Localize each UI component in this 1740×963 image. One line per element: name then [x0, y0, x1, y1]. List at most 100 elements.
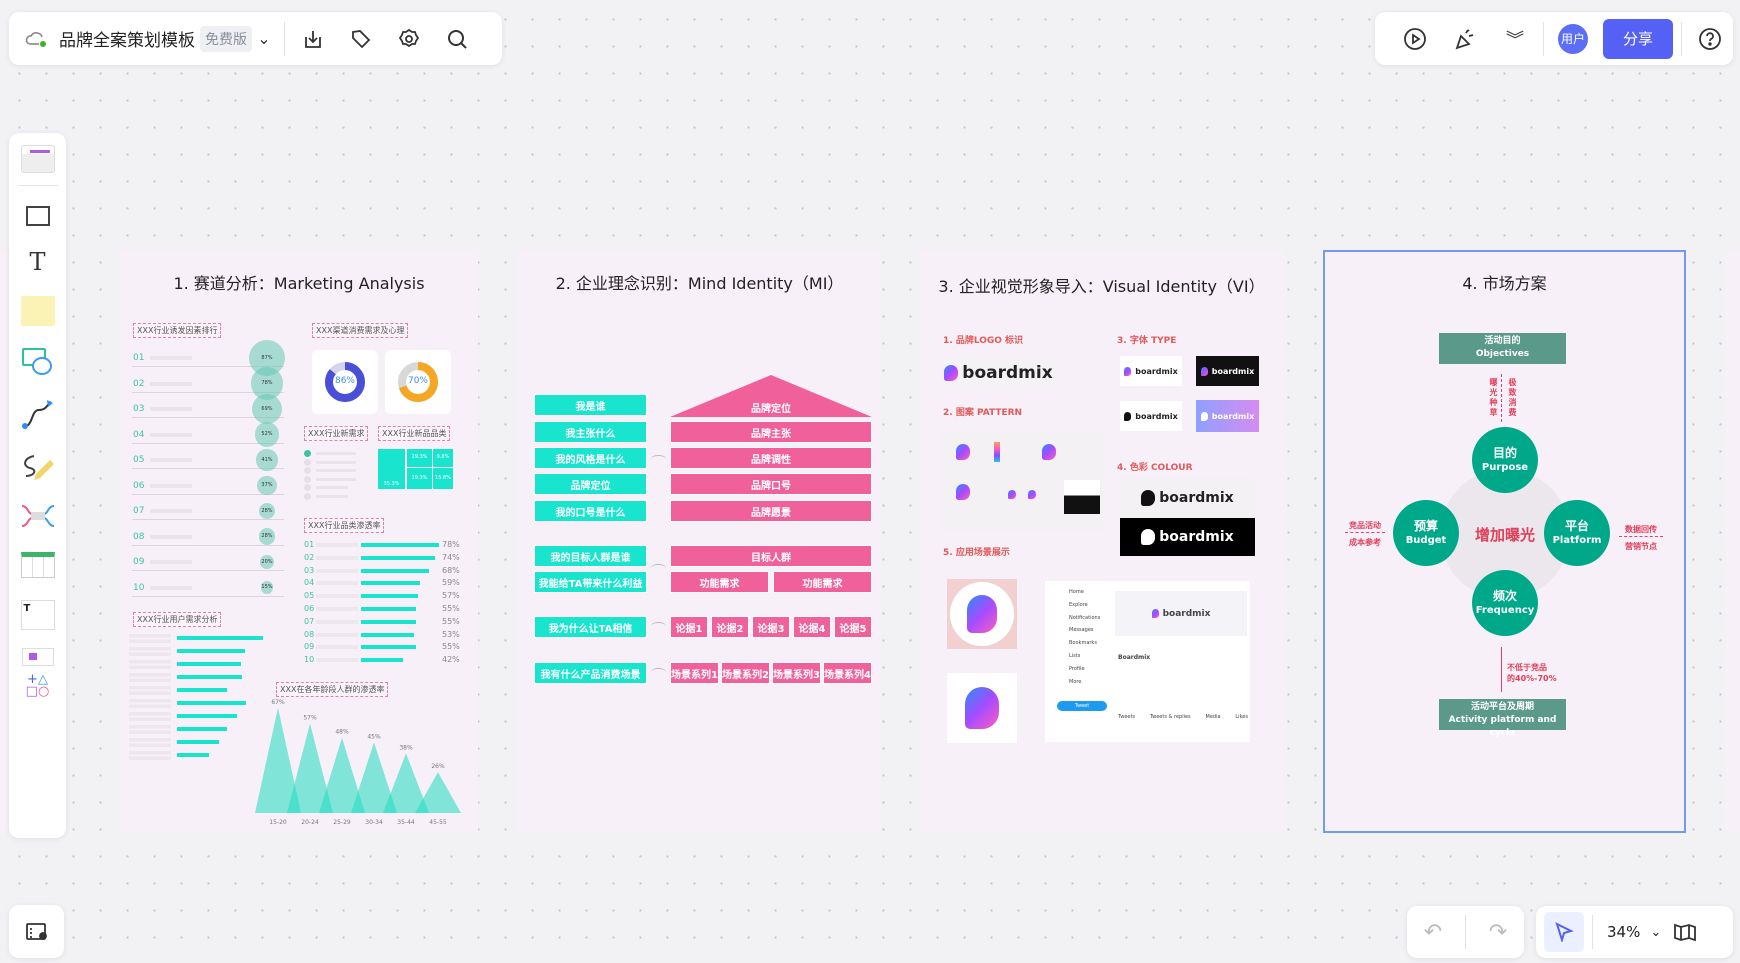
- undo-icon[interactable]: ↶: [1413, 912, 1453, 952]
- settings-gear-icon[interactable]: [389, 19, 429, 59]
- penetration-placeholder: [316, 555, 358, 560]
- expand-more-icon[interactable]: ︾: [1495, 19, 1535, 59]
- plan-badge[interactable]: 免费版: [200, 25, 252, 52]
- treemap-cell: 19.3%: [407, 468, 432, 489]
- penetration-row-number: 01: [304, 540, 315, 549]
- connector-tool-icon[interactable]: [21, 400, 55, 434]
- pattern-logo-icon: [1028, 490, 1036, 499]
- age-peak: [415, 772, 461, 813]
- table-tool-icon[interactable]: [20, 552, 55, 578]
- age-tick-label: 20-24: [301, 819, 319, 826]
- section-pattern: 2. 图案 PATTERN: [943, 408, 1023, 418]
- treemap-cell: 19.3%: [407, 449, 432, 467]
- user-avatar[interactable]: 用户: [1558, 23, 1588, 54]
- social-nav-item: Messages: [1069, 627, 1094, 634]
- chevron-down-icon[interactable]: ⌄: [252, 19, 276, 59]
- color-swatches: [994, 442, 1000, 462]
- right-note-2: 营销节点: [1625, 542, 1657, 551]
- search-icon[interactable]: [437, 19, 477, 59]
- card-tool-icon[interactable]: [21, 648, 54, 666]
- penetration-row-number: 03: [304, 565, 315, 575]
- objectives-box: 活动目的 Objectives: [1439, 333, 1566, 364]
- avatar-round-sample: [947, 579, 1017, 649]
- answer-box: 论据4: [793, 616, 831, 638]
- pattern-logo-icon: [1042, 444, 1056, 460]
- more-tools-icon[interactable]: +△ □○: [26, 673, 50, 698]
- pen-tool-icon[interactable]: [20, 452, 56, 484]
- age-value-label: 26%: [431, 763, 445, 770]
- pattern-logo-icon: [956, 484, 970, 500]
- bullet-dot: [304, 492, 311, 500]
- social-tab: Likes: [1235, 714, 1248, 720]
- bullet-placeholder: [316, 469, 356, 472]
- ranking-row-placeholder: [150, 458, 192, 462]
- minimap-icon[interactable]: [1665, 912, 1705, 952]
- download-icon[interactable]: [293, 19, 333, 59]
- sticky-note-icon[interactable]: [20, 296, 55, 326]
- ranking-value-bubble: 41%: [256, 449, 278, 471]
- text-tool-icon[interactable]: T: [29, 248, 45, 276]
- frame-market-plan[interactable]: 4. 市场方案 活动目的 Objectives 曝光种草 极致消费 增加曝光 目的…: [1323, 250, 1686, 833]
- frame-marketing-analysis[interactable]: 1. 赛道分析：Marketing Analysis XXX行业诱发因素排行 X…: [120, 250, 478, 833]
- user-demand-placeholder: [129, 738, 171, 747]
- user-demand-bar: [177, 714, 238, 718]
- zoom-chevron-icon[interactable]: ⌄: [1650, 925, 1661, 940]
- user-demand-bar: [177, 753, 209, 757]
- bottom-note-2: 的40%-70%: [1507, 674, 1557, 683]
- share-button[interactable]: 分享: [1603, 18, 1673, 59]
- play-presentation-icon[interactable]: [1395, 19, 1435, 59]
- offscreen-frame-right: [1726, 250, 1740, 833]
- penetration-row-number: 07: [304, 616, 315, 626]
- frame-mind-identity[interactable]: 2. 企业理念识别：Mind Identity（MI） 我是谁 品牌定位 我主张什么…: [518, 250, 881, 833]
- social-tab: Media: [1205, 714, 1221, 720]
- type-card-black: boardmix: [1196, 356, 1259, 386]
- logo-wordmark: boardmix: [962, 363, 1053, 383]
- answer-box: 场景系列2: [721, 662, 770, 684]
- document-tool-icon[interactable]: T: [20, 600, 55, 630]
- penetration-placeholder: [316, 543, 358, 547]
- vertical-note-left: 曝光种草: [1489, 378, 1498, 418]
- treemap-cell: 35.3%: [378, 449, 405, 489]
- penetration-placeholder: [316, 568, 358, 573]
- penetration-placeholder: [316, 607, 358, 611]
- user-demand-bar: [177, 688, 227, 692]
- shape-tool-icon[interactable]: [21, 348, 54, 378]
- penetration-bar: [361, 594, 418, 599]
- template-tool-icon[interactable]: [20, 145, 55, 173]
- penetration-bar: [361, 581, 420, 586]
- logo-mark-icon: [944, 365, 959, 381]
- penetration-row-number: 09: [304, 642, 315, 652]
- age-tick-label: 15-20: [269, 819, 287, 826]
- zoom-level[interactable]: 34%: [1607, 923, 1640, 941]
- penetration-row-number: 04: [304, 578, 315, 588]
- redo-icon[interactable]: ↷: [1478, 912, 1518, 952]
- penetration-placeholder: [316, 619, 358, 624]
- divider: [1465, 915, 1466, 949]
- ranking-row-number: 07: [133, 506, 145, 516]
- mindmap-tool-icon[interactable]: [20, 504, 56, 532]
- penetration-bar: [361, 658, 403, 663]
- penetration-value: 57%: [442, 591, 460, 601]
- board-title[interactable]: 品牌全案策划模板: [59, 26, 195, 51]
- frame-title: 4. 市场方案: [1462, 274, 1547, 293]
- select-pointer-icon[interactable]: [1544, 912, 1584, 952]
- ranking-row-number: 01: [133, 353, 145, 363]
- user-demand-placeholder: [129, 660, 171, 669]
- tag-icon[interactable]: [341, 19, 381, 59]
- age-tick-label: 35-44: [397, 819, 415, 826]
- user-demand-placeholder: [129, 699, 171, 708]
- arrow-right-line: [1345, 532, 1385, 533]
- penetration-value: 42%: [442, 655, 460, 665]
- frame-tool-icon[interactable]: [25, 206, 50, 226]
- question-box: 我有什么产品消费场景: [534, 662, 647, 684]
- answer-box: 场景系列3: [772, 662, 821, 684]
- frame-title: 3. 企业视觉形象导入：Visual Identity（VI）: [938, 277, 1265, 296]
- platform-circle: 平台 Platform: [1544, 500, 1610, 566]
- section-type: 3. 字体 TYPE: [1117, 336, 1177, 346]
- outline-button[interactable]: [9, 905, 64, 958]
- social-nav-item: Home: [1069, 589, 1084, 595]
- ranking-row-divider: [132, 544, 284, 546]
- frame-visual-identity[interactable]: 3. 企业视觉形象导入：Visual Identity（VI） 1. 品牌LOG…: [920, 250, 1283, 833]
- celebrate-icon[interactable]: [1445, 19, 1485, 59]
- help-icon[interactable]: [1690, 19, 1730, 59]
